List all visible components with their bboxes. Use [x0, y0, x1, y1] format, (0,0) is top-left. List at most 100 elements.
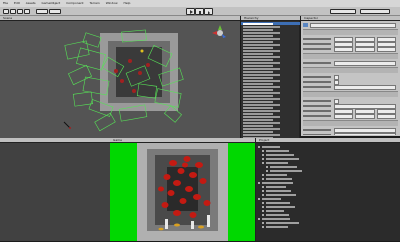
mesh-label — [303, 62, 331, 64]
folder-icon — [258, 146, 260, 148]
menu-bar: File Edit Assets GameObject Component Te… — [0, 0, 400, 7]
folder-icon — [262, 206, 264, 208]
menu-window[interactable]: Window — [106, 1, 118, 5]
materials-field[interactable] — [334, 84, 396, 90]
menu-assets[interactable]: Assets — [26, 1, 36, 5]
play-button[interactable] — [186, 8, 195, 15]
rotation-row — [303, 41, 398, 47]
project-tree-label — [266, 174, 287, 176]
rigidbody-section[interactable] — [303, 120, 398, 126]
layers-dropdown[interactable] — [330, 9, 356, 14]
size-label — [303, 115, 331, 117]
scene-content — [63, 29, 184, 132]
object-icon — [303, 23, 308, 27]
mesh-filter-section[interactable] — [303, 53, 398, 59]
folder-icon — [258, 198, 260, 200]
collider-section[interactable] — [303, 91, 398, 97]
inspector-tab-bar: Inspector — [301, 16, 400, 21]
folder-icon — [262, 190, 264, 192]
tab-inspector[interactable]: Inspector — [304, 16, 318, 20]
is-trigger-label — [303, 100, 331, 102]
project-tree-label — [262, 182, 293, 184]
receive-shadows-row — [303, 79, 398, 85]
hierarchy-tab-bar: Hierarchy — [241, 16, 300, 21]
menu-terrain[interactable]: Terrain — [90, 1, 100, 5]
mesh-row — [303, 60, 398, 66]
tab-game[interactable]: Game — [113, 138, 122, 142]
move-tool-button[interactable] — [10, 9, 16, 14]
size-z[interactable] — [376, 113, 396, 119]
scale-tool-button[interactable] — [24, 9, 30, 14]
tab-hierarchy[interactable]: Hierarchy — [244, 16, 259, 20]
folder-icon — [262, 214, 264, 216]
console-panel — [0, 138, 110, 241]
project-tree-label — [266, 162, 288, 164]
folder-icon — [266, 170, 268, 172]
project-tree-item[interactable] — [258, 225, 328, 229]
orientation-gizmo[interactable] — [212, 25, 228, 41]
collider-row-1 — [303, 98, 398, 104]
scale-z[interactable] — [376, 46, 396, 52]
folder-icon — [262, 150, 264, 152]
game-viewport[interactable] — [137, 143, 228, 241]
folder-icon — [262, 186, 264, 188]
folder-icon — [266, 166, 268, 168]
menu-component[interactable]: Component — [66, 1, 83, 5]
layout-dropdown[interactable] — [360, 9, 390, 14]
tab-scene[interactable]: Scene — [3, 16, 12, 20]
game-panel: Game — [110, 138, 255, 241]
folder-icon — [258, 218, 260, 220]
pause-button[interactable] — [195, 8, 204, 15]
inspector-header-row — [303, 23, 398, 28]
project-tree-label — [266, 222, 299, 224]
menu-help[interactable]: Help — [124, 1, 131, 5]
project-tree-label — [266, 214, 289, 216]
project-tree-label — [266, 178, 292, 180]
hand-tool-button[interactable] — [3, 9, 9, 14]
step-button[interactable] — [204, 8, 213, 15]
drag-field[interactable] — [334, 132, 396, 135]
project-tree-label — [266, 194, 296, 196]
project-tree-label — [266, 190, 291, 192]
collider-row-4 — [303, 113, 398, 119]
tab-project[interactable]: Project — [259, 138, 269, 142]
folder-icon — [262, 222, 264, 224]
folder-icon — [262, 202, 264, 204]
receive-shadows-label — [303, 81, 331, 83]
project-tree-label — [266, 186, 286, 188]
console-body[interactable] — [0, 143, 110, 241]
position-row — [303, 36, 398, 42]
menu-file[interactable]: File — [3, 1, 8, 5]
inspector-panel: Inspector — [301, 16, 400, 136]
size-x[interactable] — [334, 113, 354, 119]
scale-x[interactable] — [334, 46, 354, 52]
size-y[interactable] — [355, 113, 375, 119]
collider-row-2 — [303, 103, 398, 109]
axis-gizmo-icon — [212, 25, 226, 38]
transform-section[interactable] — [303, 29, 398, 35]
folder-icon — [262, 178, 264, 180]
project-tree-label — [270, 166, 297, 168]
menu-edit[interactable]: Edit — [14, 1, 20, 5]
object-name-field[interactable] — [310, 23, 396, 28]
folder-icon — [262, 154, 264, 156]
global-button[interactable] — [49, 9, 61, 14]
cast-shadows-label — [303, 76, 331, 78]
mesh-field[interactable] — [334, 60, 396, 66]
project-tree-label — [266, 154, 294, 156]
drag-label — [303, 134, 331, 135]
project-tree-label — [262, 218, 290, 220]
scale-y[interactable] — [355, 46, 375, 52]
step-icon — [208, 11, 210, 15]
renderer-section[interactable] — [303, 67, 398, 73]
folder-icon — [262, 194, 264, 196]
pivot-button[interactable] — [36, 9, 48, 14]
scene-viewport[interactable] — [0, 21, 240, 138]
rotate-tool-button[interactable] — [17, 9, 23, 14]
menu-gameobject[interactable]: GameObject — [42, 1, 61, 5]
project-tree-label — [266, 202, 290, 204]
project-tree-label — [266, 226, 288, 228]
materials-label — [303, 86, 331, 88]
game-render — [137, 143, 228, 241]
project-tree-label — [262, 146, 280, 148]
